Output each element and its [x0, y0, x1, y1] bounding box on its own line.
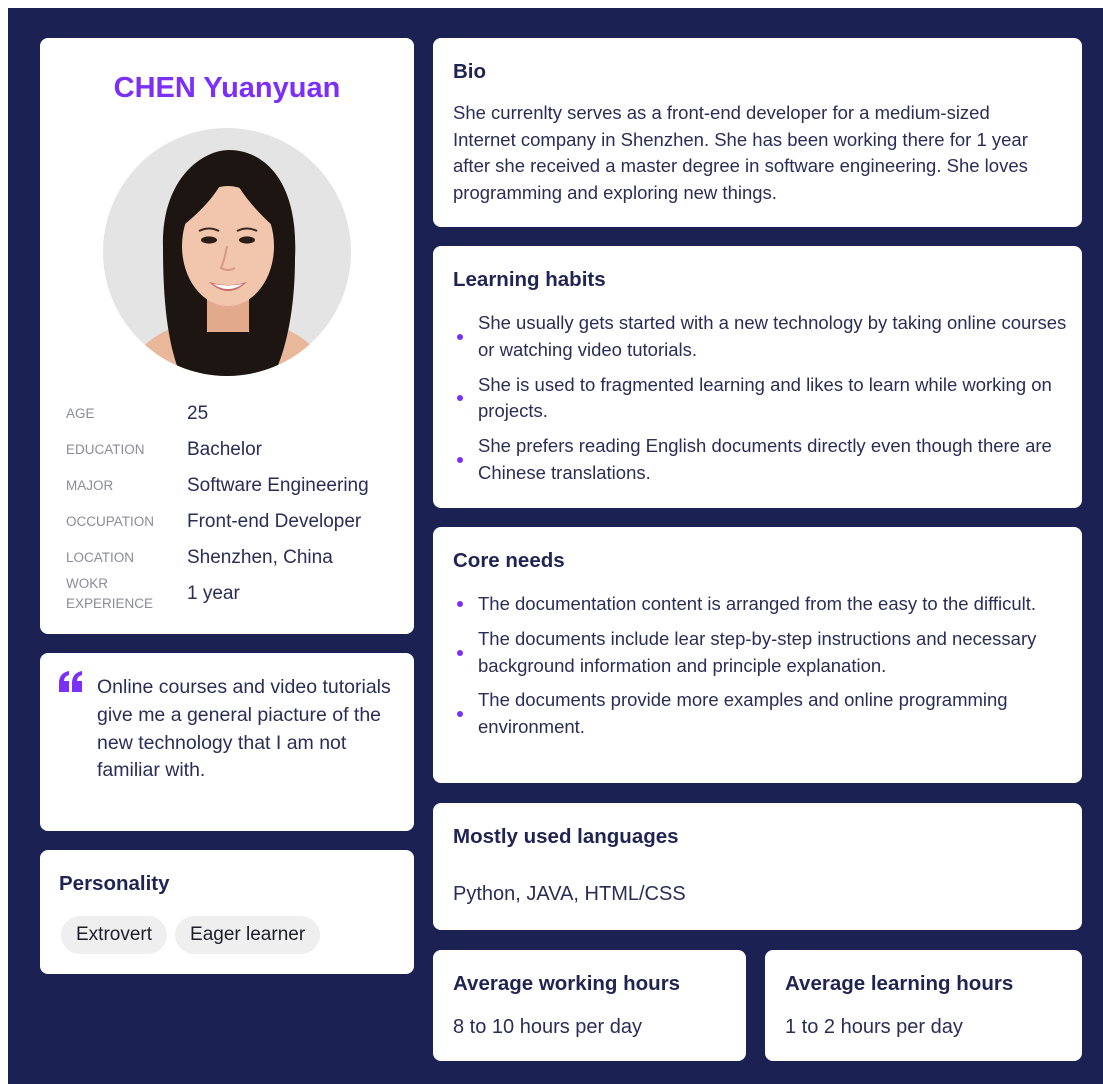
- fact-value: Bachelor: [187, 439, 262, 460]
- fact-label: OCCUPATION: [66, 514, 155, 530]
- list-item: She is used to fragmented learning and l…: [453, 372, 1068, 426]
- avatar: [103, 128, 351, 376]
- fact-row-experience: WOKR EXPERIENCE 1 year: [66, 576, 404, 612]
- fact-label: EDUCATION: [66, 442, 145, 458]
- languages-card: Mostly used languages Python, JAVA, HTML…: [433, 803, 1082, 930]
- fact-label: WOKR EXPERIENCE: [66, 576, 154, 611]
- list-item-text: The documentation content is arranged fr…: [478, 593, 1037, 614]
- bullet-dot: [457, 395, 463, 402]
- list-item: The documentation content is arranged fr…: [453, 591, 1068, 618]
- fact-row-age: AGE 25: [66, 396, 404, 432]
- list-item-text: She prefers reading English documents di…: [478, 435, 1052, 483]
- bullet-dot: [457, 601, 463, 608]
- list-item-text: She usually gets started with a new tech…: [478, 312, 1067, 360]
- fact-label: MAJOR: [66, 478, 114, 494]
- bio-card: Bio She currenlty serves as a front-end …: [433, 38, 1082, 227]
- list-item-text: The documents include lear step-by-step …: [478, 627, 1037, 676]
- working-hours-value: 8 to 10 hours per day: [453, 1016, 643, 1038]
- quote-text: Online courses and video tutorials give …: [97, 676, 391, 782]
- fact-value: Software Engineering: [187, 475, 369, 496]
- learning-hours-title: Average learning hours: [785, 972, 1014, 995]
- core-needs-title: Core needs: [453, 549, 565, 572]
- fact-value: 25: [187, 403, 209, 424]
- fact-row-occupation: OCCUPATION Front-end Developer: [66, 504, 404, 540]
- list-item: She usually gets started with a new tech…: [453, 310, 1068, 364]
- list-item-text: The documents provide more examples and …: [478, 689, 1008, 738]
- fact-value: 1 year: [187, 583, 240, 604]
- working-hours-title: Average working hours: [453, 972, 681, 995]
- fact-label: AGE: [66, 406, 95, 422]
- fact-row-location: LOCATION Shenzhen, China: [66, 540, 404, 576]
- personality-title: Personality: [59, 872, 170, 895]
- personality-card: Personality Extrovert Eager learner: [40, 850, 414, 974]
- learning-habits-card: Learning habits She usually gets started…: [433, 246, 1082, 508]
- core-needs-list: The documentation content is arranged fr…: [453, 591, 1068, 749]
- bullet-dot: [457, 649, 463, 656]
- quote-icon: [58, 671, 84, 698]
- fact-label: LOCATION: [66, 550, 135, 566]
- fact-row-education: EDUCATION Bachelor: [66, 432, 404, 468]
- fact-value: Shenzhen, China: [187, 547, 333, 568]
- working-hours-card: Average working hours 8 to 10 hours per …: [433, 950, 746, 1061]
- languages-title: Mostly used languages: [453, 825, 679, 848]
- fact-row-major: MAJOR Software Engineering: [66, 468, 404, 504]
- learning-habits-title: Learning habits: [453, 268, 606, 291]
- list-item: The documents include lear step-by-step …: [453, 626, 1068, 680]
- bio-text: She currenlty serves as a front-end deve…: [453, 102, 1028, 203]
- personality-tags: Extrovert Eager learner: [61, 916, 321, 954]
- personality-tag: Extrovert: [61, 916, 168, 954]
- fact-value: Front-end Developer: [187, 511, 362, 532]
- list-item: The documents provide more examples and …: [453, 687, 1068, 741]
- list-item: She prefers reading English documents di…: [453, 433, 1068, 487]
- profile-facts: AGE 25 EDUCATION Bachelor MAJOR Software…: [66, 396, 404, 612]
- bullet-dot: [457, 456, 463, 463]
- personality-tag: Eager learner: [175, 916, 321, 954]
- bio-title: Bio: [453, 60, 487, 83]
- bullet-dot: [457, 711, 463, 718]
- learning-habits-list: She usually gets started with a new tech…: [453, 310, 1068, 495]
- learning-hours-value: 1 to 2 hours per day: [785, 1016, 963, 1038]
- quote-card: Online courses and video tutorials give …: [40, 653, 414, 831]
- list-item-text: She is used to fragmented learning and l…: [478, 373, 1052, 422]
- bullet-dot: [457, 333, 463, 340]
- profile-card: CHEN Yuanyuan AGE 25 EDUCATION Bachelor …: [40, 38, 414, 634]
- learning-hours-card: Average learning hours 1 to 2 hours per …: [765, 950, 1082, 1061]
- avatar-portrait: [103, 128, 351, 376]
- languages-value: Python, JAVA, HTML/CSS: [453, 883, 686, 905]
- persona-name: CHEN Yuanyuan: [113, 72, 341, 104]
- core-needs-card: Core needs The documentation content is …: [433, 527, 1082, 783]
